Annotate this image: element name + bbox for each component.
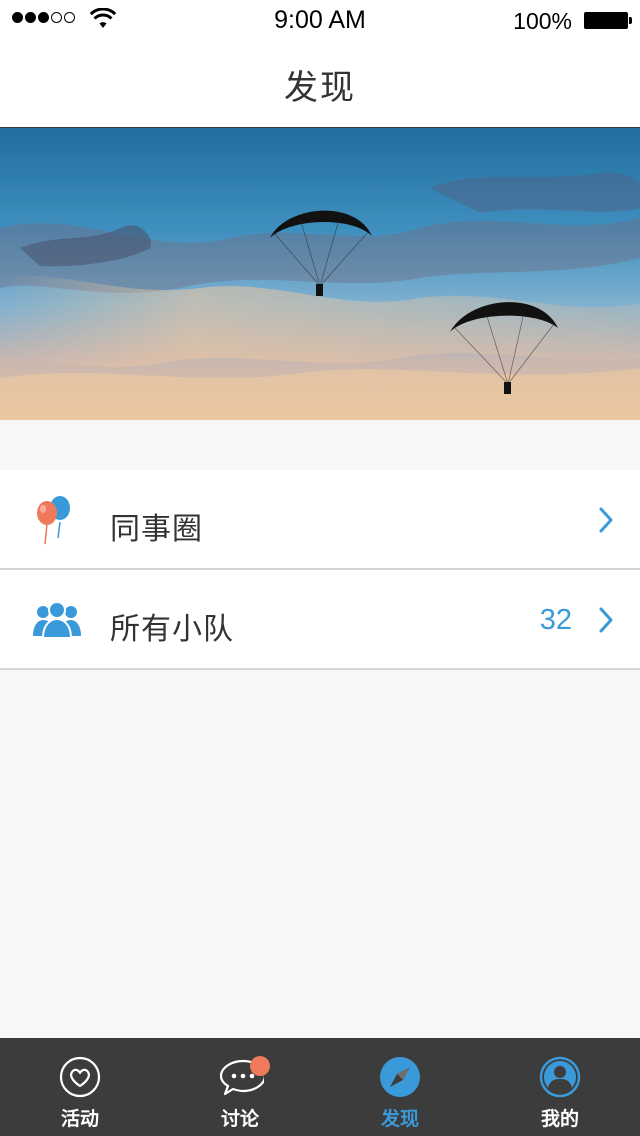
tab-label: 发现 xyxy=(380,1108,419,1130)
menu-item-all-teams[interactable]: 所有小队 32 xyxy=(0,570,640,670)
page-title: 发现 xyxy=(284,68,356,108)
tab-label: 活动 xyxy=(60,1108,99,1130)
paragliders-sky-image xyxy=(0,128,640,420)
tab-bar: 活动 讨论 发现 我的 xyxy=(0,1038,640,1136)
navigation-bar: 发现 xyxy=(0,40,640,128)
menu-item-label: 同事圈 xyxy=(110,512,203,547)
banner-image[interactable] xyxy=(0,128,640,420)
menu-item-colleague-circle[interactable]: 同事圈 xyxy=(0,470,640,570)
tab-discussions[interactable]: 讨论 xyxy=(160,1038,320,1136)
balloons-icon xyxy=(37,496,70,545)
notification-badge xyxy=(250,1056,270,1076)
heart-bubble-icon xyxy=(59,1056,101,1098)
battery-percent: 100% xyxy=(513,8,572,34)
tab-activities[interactable]: 活动 xyxy=(0,1038,160,1136)
menu-item-label: 所有小队 xyxy=(110,612,234,647)
tab-mine[interactable]: 我的 xyxy=(480,1038,640,1136)
chevron-right-icon xyxy=(599,607,613,633)
discover-menu: 同事圈 所有小队 32 xyxy=(0,470,640,670)
tab-label: 讨论 xyxy=(220,1108,259,1130)
battery-icon xyxy=(584,12,632,29)
tab-label: 我的 xyxy=(540,1108,579,1130)
team-count-badge: 32 xyxy=(539,604,572,636)
compass-icon xyxy=(380,1057,420,1097)
group-icon xyxy=(33,601,81,639)
profile-icon xyxy=(539,1056,581,1098)
status-bar: 9:00 AM 100% xyxy=(0,0,640,40)
tab-discover[interactable]: 发现 xyxy=(320,1038,480,1136)
chevron-right-icon xyxy=(599,507,613,533)
